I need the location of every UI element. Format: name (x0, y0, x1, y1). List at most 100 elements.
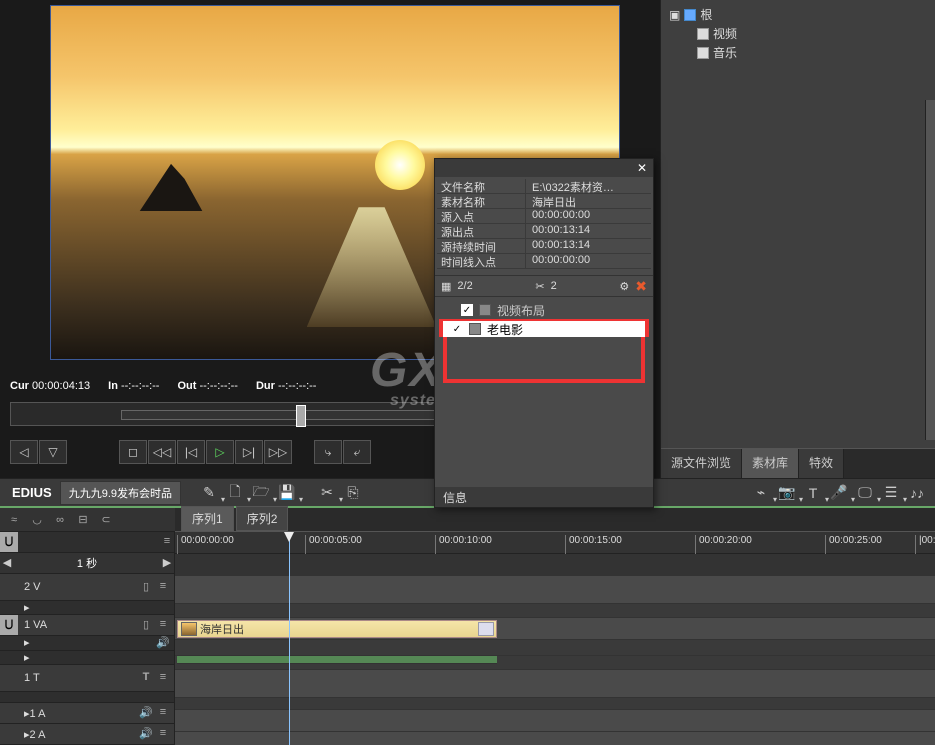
track-menu-icon[interactable]: ≡ (156, 580, 170, 594)
tool-camera-icon[interactable]: 📷 (775, 482, 799, 504)
checkbox-icon[interactable]: ✓ (451, 323, 463, 335)
tree-root[interactable]: ▣ 根 (669, 5, 927, 24)
mode-sync-icon[interactable]: ◡ (27, 511, 47, 529)
tab-bin[interactable]: 素材库 (742, 449, 799, 478)
clip-end-thumbnail-icon (478, 622, 494, 636)
prop-value: 00:00:13:14 (525, 239, 651, 253)
track-menu-icon[interactable]: ≡ (156, 727, 170, 741)
checkbox-icon[interactable]: ✓ (461, 304, 473, 316)
tab-source-browser[interactable]: 源文件浏览 (661, 449, 742, 478)
save-icon[interactable]: 💾 (275, 482, 299, 504)
tool-list-icon[interactable]: ☰ (879, 482, 903, 504)
tool-monitor-icon[interactable]: 🖵 (853, 482, 877, 504)
info-panel-footer: 信息 (435, 487, 653, 507)
time-tick: 00:00:00:00 (177, 535, 234, 556)
info-footer-label[interactable]: 信息 (443, 489, 467, 506)
clip-thumbnail-icon (181, 622, 197, 636)
tree-item-music[interactable]: 音乐 (697, 43, 927, 62)
prev-frame-button[interactable]: |◁ (177, 440, 205, 464)
project-name-button[interactable]: 九九九9.9发布会时品 (60, 481, 181, 505)
sequence-tab-1[interactable]: 序列1 (181, 506, 234, 531)
scissors-icon[interactable]: ✂ (535, 280, 544, 293)
gear-icon[interactable]: ⚙ (619, 280, 629, 293)
tool-title-icon[interactable]: T (801, 482, 825, 504)
effect-row-old-movie[interactable]: ✓ 老电影 (439, 319, 649, 337)
video-toggle-icon[interactable]: ▯ (139, 618, 153, 632)
prop-value: 00:00:13:14 (525, 224, 651, 238)
prop-label: 源持续时间 (437, 239, 525, 253)
preview-playhead[interactable] (296, 405, 306, 427)
clip-info-panel[interactable]: ✕ 文件名称E:\0322素材资… 素材名称海岸日出 源入点00:00:00:0… (434, 158, 654, 508)
in-value[interactable]: --:--:--:-- (121, 380, 159, 392)
track-name[interactable]: ▸1 A (18, 707, 139, 720)
brush-icon[interactable]: ✎ (197, 482, 221, 504)
out-label: Out (177, 380, 196, 392)
sequence-tab-2[interactable]: 序列2 (236, 506, 289, 531)
play-button[interactable]: ▷ (206, 440, 234, 464)
track-menu-icon[interactable]: ≡ (156, 671, 170, 685)
title-toggle-icon[interactable]: T (139, 671, 153, 685)
transport-btn-a[interactable]: ◁ (10, 440, 38, 464)
tool-mixer-icon[interactable]: ♪♪ (905, 482, 929, 504)
right-edge (925, 100, 935, 440)
track-menu-icon[interactable]: ≡ (156, 706, 170, 720)
mode-ripple-icon[interactable]: ≈ (4, 511, 24, 529)
prop-label: 源入点 (437, 209, 525, 223)
close-icon[interactable]: ✕ (635, 161, 649, 175)
timeline-clip[interactable]: 海岸日出 (177, 620, 497, 638)
fast-forward-button[interactable]: ▷▷ (264, 440, 292, 464)
audio-toggle-icon[interactable]: 🔊 (139, 706, 153, 720)
effect-icon (469, 323, 481, 335)
cur-value[interactable]: 00:00:04:13 (32, 380, 90, 392)
time-tick: 00:00:15:00 (565, 535, 622, 556)
prop-value: 海岸日出 (525, 194, 651, 208)
tool-mic-icon[interactable]: 🎤 (827, 482, 851, 504)
asset-tree: ▣ 根 视频 音乐 (661, 0, 935, 67)
tree-music-label: 音乐 (713, 44, 737, 61)
prop-label: 源出点 (437, 224, 525, 238)
dur-value[interactable]: --:--:--:-- (278, 380, 316, 392)
open-icon[interactable]: 🗁 (249, 482, 273, 504)
mode-group-icon[interactable]: ⊟ (73, 511, 93, 529)
track-name[interactable]: ▸2 A (18, 728, 139, 741)
sequence-tabs: 序列1 序列2 (175, 508, 935, 532)
clip-label: 海岸日出 (200, 621, 244, 637)
timeline-body[interactable]: 00:00:00:00 00:00:05:00 00:00:10:00 00:0… (175, 532, 935, 745)
transport-btn-b[interactable]: ▽ (39, 440, 67, 464)
tree-item-video[interactable]: 视频 (697, 24, 927, 43)
track-name[interactable]: 1 VA (18, 619, 139, 631)
tool-razor-icon[interactable]: ⌁ (749, 482, 773, 504)
collapse-icon[interactable]: ≡ (160, 535, 174, 549)
effects-toolbar: ▦ 2/2 ✂ 2 ⚙ ✖ (435, 275, 653, 297)
track-name[interactable]: 1 T (18, 672, 139, 684)
effect-strip[interactable] (177, 656, 497, 664)
track-headers: ⋃ ≡ ◀ 1 秒 ▶ 2 V ▯ ≡ ▸ ⋃ 1 VA ▯ ≡ (0, 532, 175, 745)
video-master-toggle[interactable]: ⋃ (0, 615, 18, 635)
mode-snap-icon[interactable]: ⊂ (96, 511, 116, 529)
out-value[interactable]: --:--:--:-- (199, 380, 237, 392)
audio-toggle-icon[interactable]: 🔊 (139, 727, 153, 741)
video-toggle-icon[interactable]: ▯ (139, 580, 153, 594)
scale-label[interactable]: 1 秒 (14, 555, 160, 571)
mark-in-button[interactable]: ⤷ (314, 440, 342, 464)
effect-row-layout[interactable]: ✓ 视频布局 (453, 301, 649, 319)
tab-effects[interactable]: 特效 (799, 449, 844, 478)
remove-effect-button[interactable]: ✖ (635, 278, 647, 295)
next-frame-button[interactable]: ▷| (235, 440, 263, 464)
mode-link-icon[interactable]: ∞ (50, 511, 70, 529)
mark-out-button[interactable]: ⤶ (343, 440, 371, 464)
scale-left-icon[interactable]: ◀ (0, 556, 14, 569)
stop-button[interactable]: ◻ (119, 440, 147, 464)
new-icon[interactable]: 🗋 (223, 482, 247, 504)
track-name[interactable]: 2 V (18, 581, 139, 593)
video-master-toggle[interactable]: ⋃ (0, 532, 18, 552)
audio-toggle-icon[interactable]: 🔊 (156, 636, 170, 650)
app-name: EDIUS (6, 485, 58, 500)
copy-icon[interactable]: ⎘ (341, 482, 365, 504)
scale-right-icon[interactable]: ▶ (160, 556, 174, 569)
cut-icon[interactable]: ✂ (315, 482, 339, 504)
time-tick: |00:00 (915, 535, 935, 556)
timeline-playhead[interactable] (289, 532, 290, 745)
rewind-button[interactable]: ◁◁ (148, 440, 176, 464)
track-menu-icon[interactable]: ≡ (156, 618, 170, 632)
